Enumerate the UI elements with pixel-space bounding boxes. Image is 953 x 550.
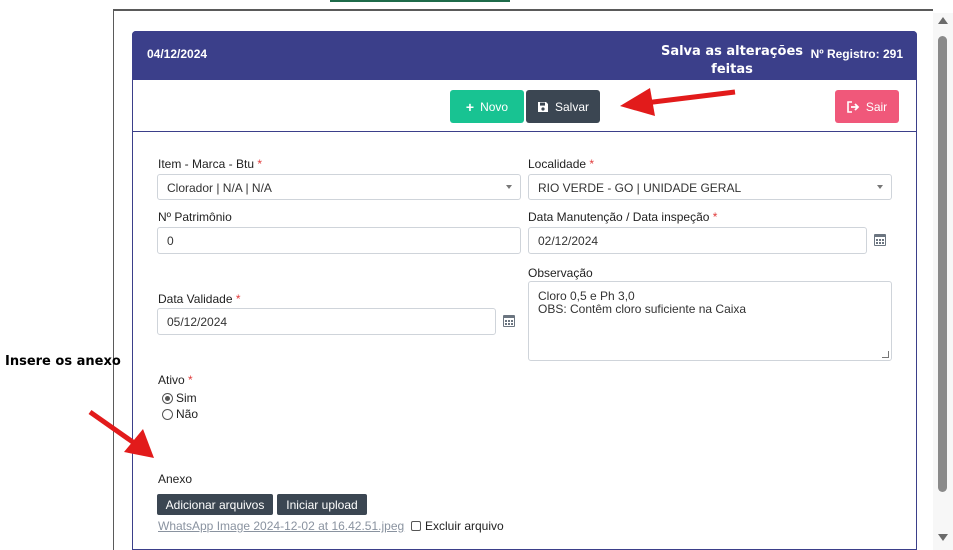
annotation-arrows — [88, 88, 736, 458]
arrow-to-salvar — [620, 88, 736, 116]
arrow-to-anexo — [88, 409, 154, 458]
screenshot: 04/12/2024 Nº Registro: 291 + Novo Salva… — [0, 0, 953, 550]
